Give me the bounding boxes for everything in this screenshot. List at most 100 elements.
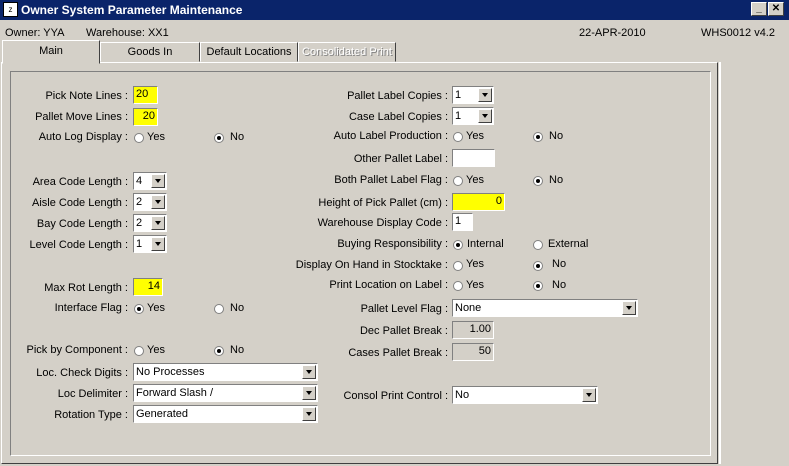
chevron-down-icon[interactable] — [302, 407, 316, 421]
both-pallet-label-flag-label: Both Pallet Label Flag : — [334, 174, 448, 186]
display-on-hand-yes-radio[interactable] — [453, 261, 463, 271]
print-location-on-label-no-label: No — [552, 279, 567, 291]
app-icon[interactable]: ᴢ — [3, 2, 18, 17]
area-code-length-label: Area Code Length : — [32, 176, 128, 188]
print-location-on-label-yes-label: Yes — [466, 279, 484, 291]
print-location-on-label-yes-radio[interactable] — [453, 281, 463, 291]
chevron-down-icon[interactable] — [151, 174, 165, 188]
auto-label-production-no-radio[interactable] — [533, 132, 543, 142]
consol-print-control-select[interactable]: No — [452, 386, 598, 404]
tab-goods-in[interactable]: Goods In — [100, 42, 200, 62]
case-label-copies-select[interactable]: 1 — [452, 107, 494, 125]
height-of-pick-pallet-input[interactable]: 0 — [452, 193, 505, 211]
warehouse-display-code-input[interactable]: 1 — [452, 213, 473, 231]
rotation-type-select[interactable]: Generated — [133, 405, 318, 423]
chevron-down-icon[interactable] — [302, 365, 316, 379]
pick-by-component-no-radio[interactable] — [214, 346, 224, 356]
minimize-button[interactable]: _ — [751, 2, 767, 16]
auto-log-display-yes-radio[interactable] — [134, 133, 144, 143]
pick-by-component-no-label: No — [230, 344, 245, 356]
auto-label-production-no-label: No — [549, 130, 564, 142]
both-pallet-label-flag-yes-label: Yes — [466, 174, 484, 186]
auto-label-production-label: Auto Label Production : — [333, 130, 448, 142]
rotation-type-label: Rotation Type : — [54, 409, 128, 421]
area-code-length-select[interactable]: 4 — [133, 172, 167, 190]
chevron-down-icon[interactable] — [151, 216, 165, 230]
owner-info: Owner: YYA — [5, 27, 65, 39]
chevron-down-icon[interactable] — [478, 109, 492, 123]
tab-default-locations[interactable]: Default Locations — [200, 42, 298, 62]
pallet-label-copies-select[interactable]: 1 — [452, 86, 494, 104]
auto-log-display-label: Auto Log Display : — [38, 131, 128, 143]
dec-pallet-break-field: 1.00 — [452, 321, 494, 339]
aisle-code-length-value: 2 — [136, 196, 143, 208]
dec-pallet-break-label: Dec Pallet Break : — [359, 325, 448, 337]
chevron-down-icon[interactable] — [582, 388, 596, 402]
pallet-level-flag-select[interactable]: None — [452, 299, 638, 317]
case-label-copies-value: 1 — [455, 110, 462, 122]
consol-print-control-label: Consol Print Control : — [343, 390, 448, 402]
buying-responsibility-external-radio[interactable] — [533, 240, 543, 250]
level-code-length-value: 1 — [136, 238, 143, 250]
area-code-length-value: 4 — [136, 175, 143, 187]
bay-code-length-value: 2 — [136, 217, 143, 229]
height-of-pick-pallet-label: Height of Pick Pallet (cm) : — [318, 197, 448, 209]
consol-print-control-value: No — [455, 389, 470, 401]
interface-flag-label: Interface Flag : — [54, 302, 128, 314]
buying-responsibility-internal-label: Internal — [467, 238, 504, 250]
loc-check-digits-select[interactable]: No Processes — [133, 363, 318, 381]
both-pallet-label-flag-yes-radio[interactable] — [453, 176, 463, 186]
both-pallet-label-flag-no-radio[interactable] — [533, 176, 543, 186]
display-on-hand-yes-label: Yes — [466, 258, 484, 270]
auto-label-production-yes-radio[interactable] — [453, 132, 463, 142]
bay-code-length-label: Bay Code Length : — [36, 218, 128, 230]
buying-responsibility-internal-radio[interactable] — [453, 240, 463, 250]
pallet-move-lines-label: Pallet Move Lines : — [35, 111, 128, 123]
rotation-type-value: Generated — [136, 408, 188, 420]
interface-flag-yes-radio[interactable] — [134, 304, 144, 314]
date-info: 22-APR-2010 — [579, 27, 646, 39]
pallet-move-lines-input[interactable]: 20 — [133, 108, 158, 126]
window-title: Owner System Parameter Maintenance — [21, 3, 243, 17]
pick-by-component-yes-label: Yes — [147, 344, 165, 356]
auto-log-display-no-radio[interactable] — [214, 133, 224, 143]
warehouse-info: Warehouse: XX1 — [86, 27, 169, 39]
display-on-hand-no-radio[interactable] — [533, 261, 543, 271]
aisle-code-length-select[interactable]: 2 — [133, 193, 167, 211]
level-code-length-label: Level Code Length : — [29, 239, 128, 251]
loc-check-digits-label: Loc. Check Digits : — [36, 367, 128, 379]
pallet-label-copies-value: 1 — [455, 89, 462, 101]
version-info: WHS0012 v4.2 — [701, 27, 775, 39]
panel-edge — [719, 62, 721, 464]
max-rot-length-label: Max Rot Length : — [44, 282, 128, 294]
other-pallet-label-label: Other Pallet Label : — [353, 153, 448, 165]
case-label-copies-label: Case Label Copies : — [348, 111, 448, 123]
max-rot-length-input[interactable]: 14 — [133, 278, 163, 296]
interface-flag-no-radio[interactable] — [214, 304, 224, 314]
pick-note-lines-input[interactable]: 20 — [133, 86, 158, 104]
chevron-down-icon[interactable] — [151, 237, 165, 251]
display-on-hand-label: Display On Hand in Stocktake : — [295, 259, 448, 271]
chevron-down-icon[interactable] — [151, 195, 165, 209]
pick-by-component-yes-radio[interactable] — [134, 346, 144, 356]
cases-pallet-break-label: Cases Pallet Break : — [348, 347, 448, 359]
display-on-hand-no-label: No — [552, 258, 567, 270]
close-button[interactable]: ✕ — [768, 2, 784, 16]
bay-code-length-select[interactable]: 2 — [133, 214, 167, 232]
loc-delimiter-label: Loc Delimiter : — [57, 388, 128, 400]
both-pallet-label-flag-no-label: No — [549, 174, 564, 186]
interface-flag-yes-label: Yes — [147, 302, 165, 314]
buying-responsibility-external-label: External — [548, 238, 589, 250]
aisle-code-length-label: Aisle Code Length : — [31, 197, 128, 209]
loc-check-digits-value: No Processes — [136, 366, 205, 378]
level-code-length-select[interactable]: 1 — [133, 235, 167, 253]
pallet-level-flag-value: None — [455, 302, 482, 314]
print-location-on-label-label: Print Location on Label : — [329, 279, 448, 291]
tab-consolidated-print: Consolidated Print — [298, 42, 396, 62]
tab-main[interactable]: Main — [2, 40, 100, 64]
other-pallet-label-input[interactable] — [452, 149, 495, 167]
chevron-down-icon[interactable] — [478, 88, 492, 102]
chevron-down-icon[interactable] — [622, 301, 636, 315]
print-location-on-label-no-radio[interactable] — [533, 281, 543, 291]
cases-pallet-break-field: 50 — [452, 343, 494, 361]
